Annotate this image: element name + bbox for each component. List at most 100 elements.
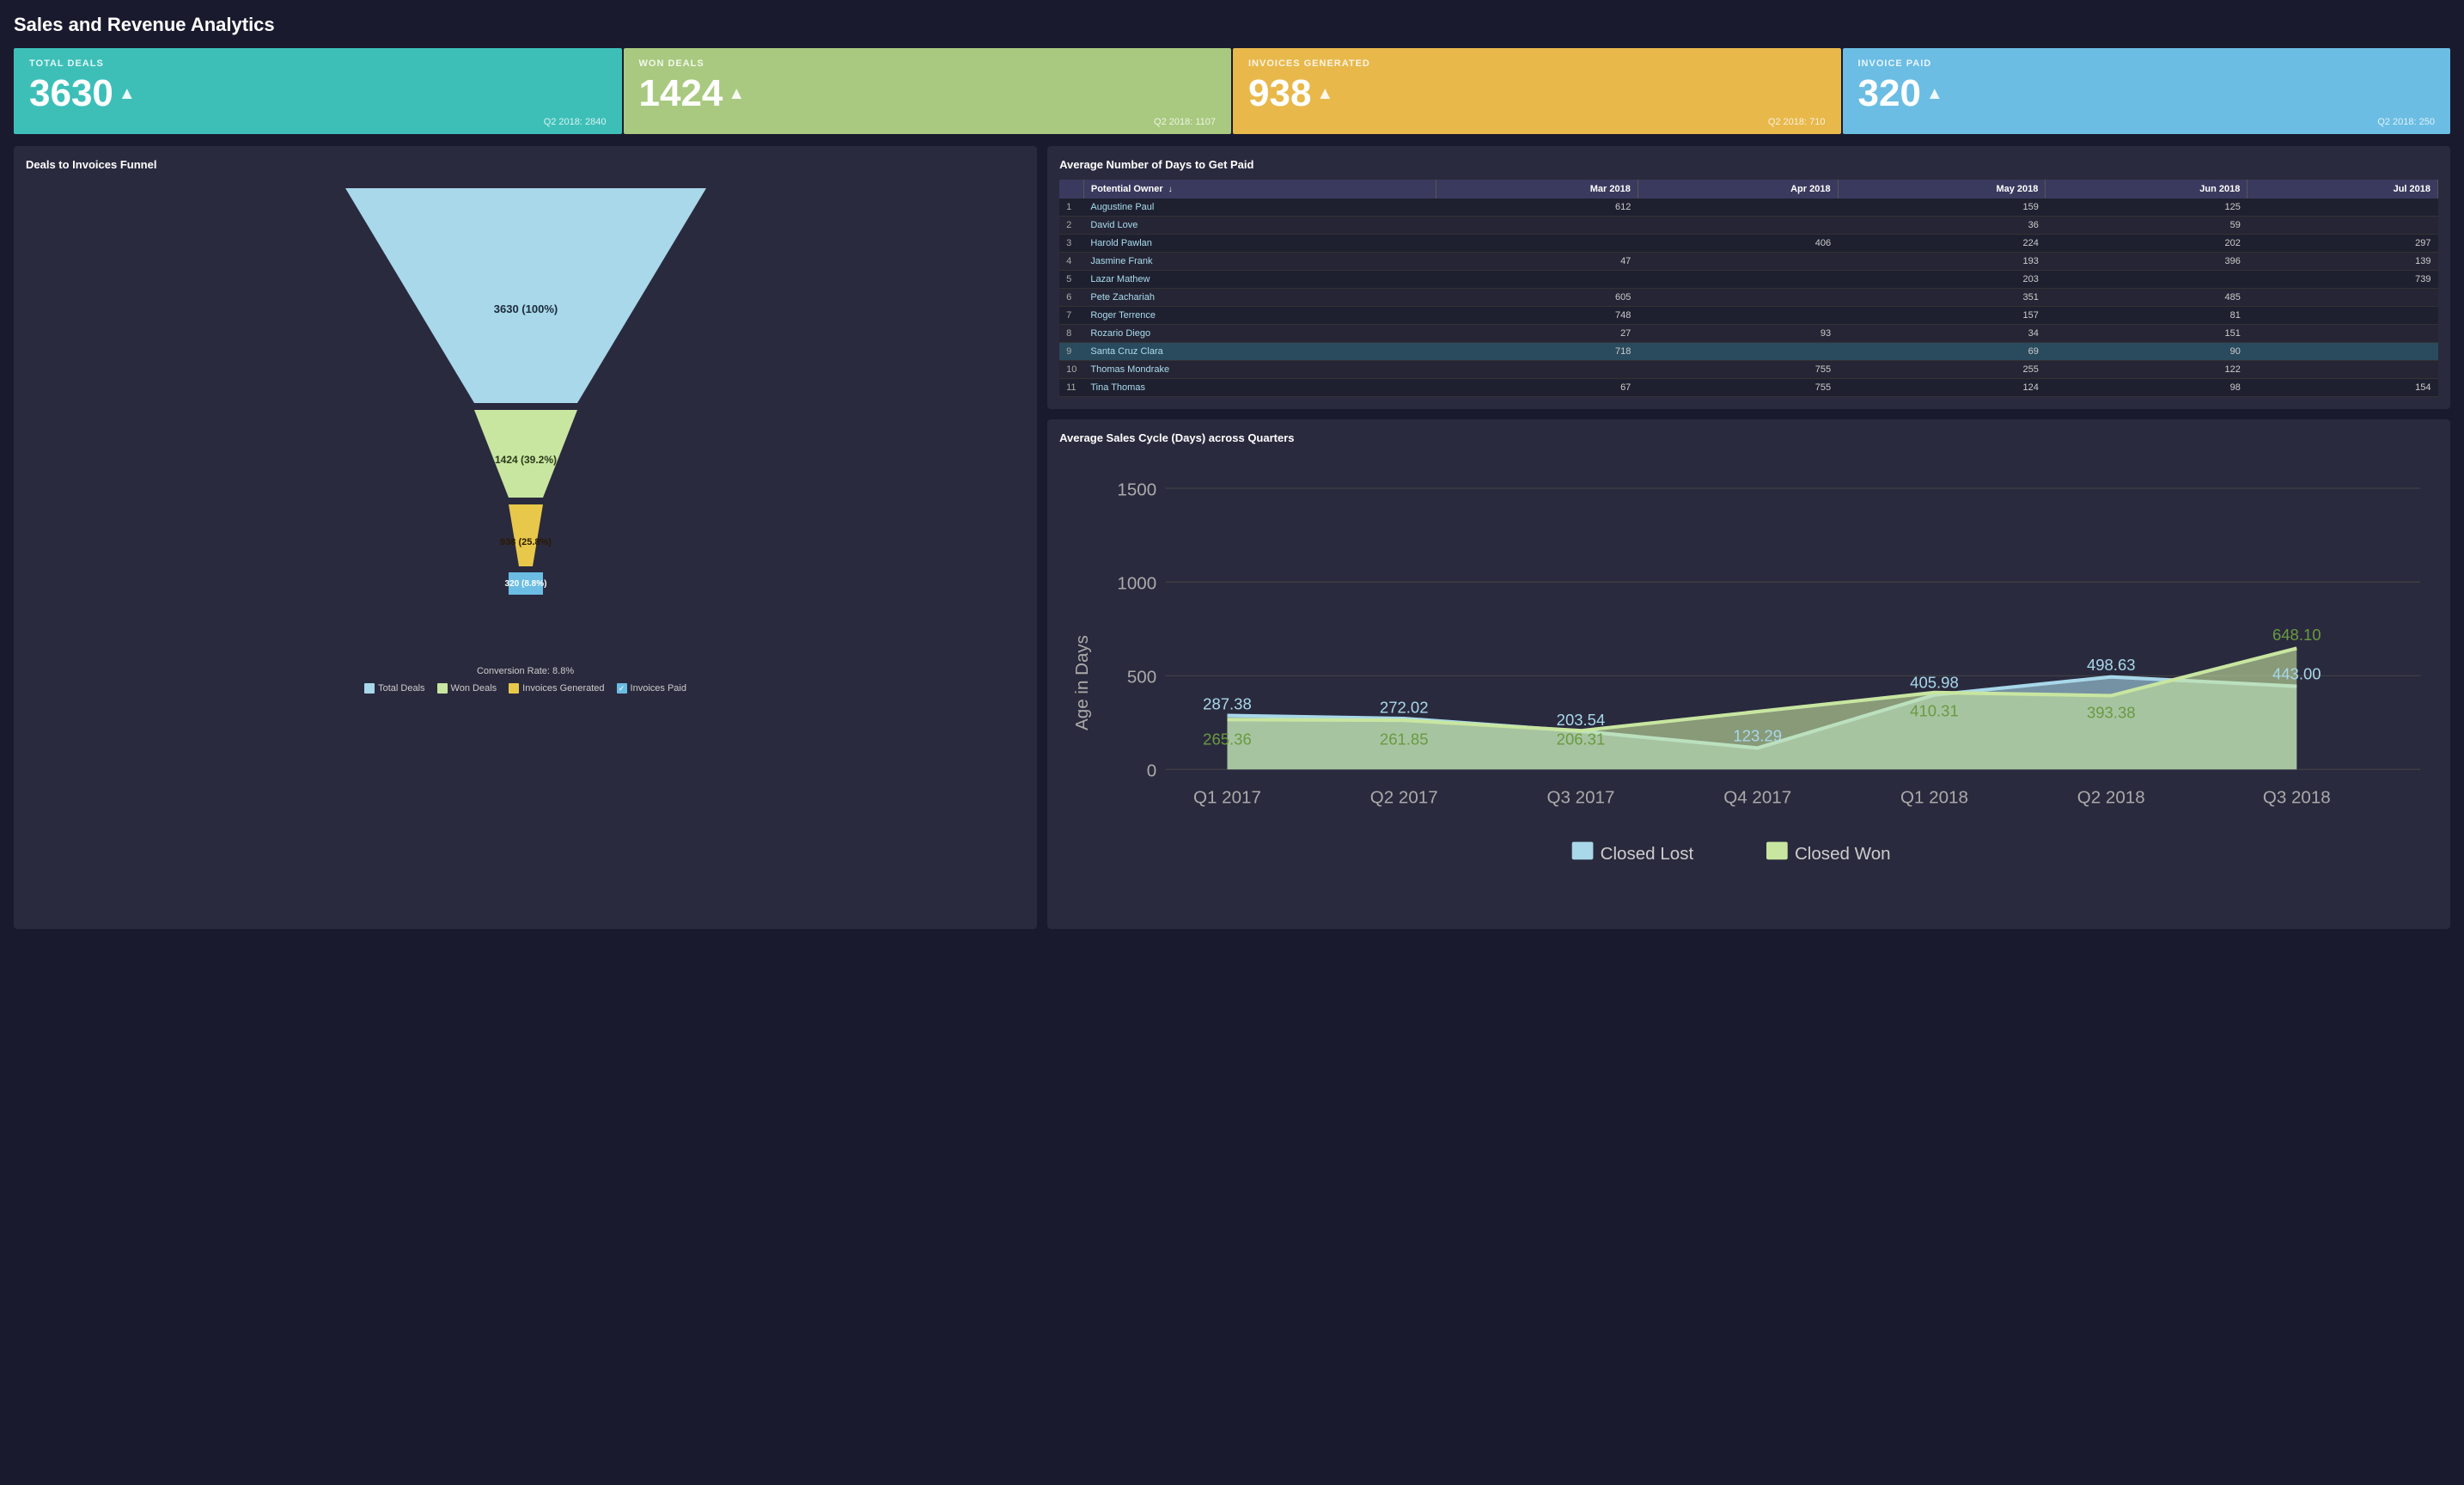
- kpi-total-deals-sub: Q2 2018: 2840: [29, 117, 607, 127]
- cell-mar: 748: [1436, 307, 1638, 325]
- table-row: 10 Thomas Mondrake 755 255 122: [1059, 361, 2437, 379]
- kpi-won-deals-sub: Q2 2018: 1107: [639, 117, 1217, 127]
- cell-may: 34: [1838, 325, 2046, 343]
- legend-invoices-generated: Invoices Generated: [509, 683, 604, 694]
- col-mar[interactable]: Mar 2018: [1436, 180, 1638, 199]
- table-row: 5 Lazar Mathew 203 739: [1059, 271, 2437, 289]
- svg-text:498.63: 498.63: [2087, 656, 2136, 674]
- kpi-invoice-paid: INVOICE PAID 320 ▲ Q2 2018: 250: [1843, 48, 2451, 134]
- cell-jul: 297: [2247, 235, 2438, 253]
- cell-mar: 718: [1436, 343, 1638, 361]
- svg-text:1424 (39.2%): 1424 (39.2%): [495, 454, 557, 466]
- cell-apr: 93: [1638, 325, 1838, 343]
- svg-text:Closed Lost: Closed Lost: [1601, 844, 1694, 864]
- kpi-invoice-paid-value: 320 ▲: [1858, 72, 2436, 115]
- avg-days-panel: Average Number of Days to Get Paid Poten…: [1047, 146, 2450, 409]
- sales-cycle-title: Average Sales Cycle (Days) across Quarte…: [1059, 431, 2438, 444]
- cell-apr: 755: [1638, 361, 1838, 379]
- svg-text:287.38: 287.38: [1203, 694, 1252, 712]
- cell-mar: [1436, 271, 1638, 289]
- cell-may: 224: [1838, 235, 2046, 253]
- cell-mar: [1436, 217, 1638, 235]
- cell-apr: 755: [1638, 379, 1838, 397]
- sales-cycle-panel: Average Sales Cycle (Days) across Quarte…: [1047, 419, 2450, 929]
- cell-name: Augustine Paul: [1083, 199, 1436, 217]
- cell-mar: 605: [1436, 289, 1638, 307]
- cell-jun: [2046, 271, 2247, 289]
- table-row: 7 Roger Terrence 748 157 81: [1059, 307, 2437, 325]
- kpi-total-deals: TOTAL DEALS 3630 ▲ Q2 2018: 2840: [14, 48, 622, 134]
- cell-idx: 5: [1059, 271, 1083, 289]
- cell-mar: 67: [1436, 379, 1638, 397]
- cell-may: 203: [1838, 271, 2046, 289]
- cell-idx: 7: [1059, 307, 1083, 325]
- sales-cycle-svg: Age in Days 0 500 1000 1500: [1059, 453, 2438, 913]
- cell-mar: 27: [1436, 325, 1638, 343]
- cell-idx: 8: [1059, 325, 1083, 343]
- svg-text:Q3 2018: Q3 2018: [2263, 787, 2331, 807]
- col-jul[interactable]: Jul 2018: [2247, 180, 2438, 199]
- cell-name: Thomas Mondrake: [1083, 361, 1436, 379]
- svg-text:320 (8.8%): 320 (8.8%): [504, 579, 546, 589]
- kpi-invoices-generated-value: 938 ▲: [1248, 72, 1826, 115]
- svg-text:500: 500: [1127, 667, 1156, 687]
- svg-text:Q2 2018: Q2 2018: [2077, 787, 2145, 807]
- kpi-won-deals-value: 1424 ▲: [639, 72, 1217, 115]
- chart-wrapper: Age in Days 0 500 1000 1500: [1059, 453, 2438, 917]
- right-panels: Average Number of Days to Get Paid Poten…: [1047, 146, 2450, 929]
- table-row: 4 Jasmine Frank 47 193 396 139: [1059, 253, 2437, 271]
- svg-text:Q1 2018: Q1 2018: [1900, 787, 1968, 807]
- cell-jun: 90: [2046, 343, 2247, 361]
- col-apr[interactable]: Apr 2018: [1638, 180, 1838, 199]
- table-row: 1 Augustine Paul 612 159 125: [1059, 199, 2437, 217]
- svg-text:443.00: 443.00: [2272, 664, 2321, 682]
- cell-apr: [1638, 307, 1838, 325]
- svg-text:261.85: 261.85: [1380, 730, 1429, 748]
- cell-apr: [1638, 289, 1838, 307]
- cell-jul: [2247, 361, 2438, 379]
- funnel-panel: Deals to Invoices Funnel 3630 (100%) 142…: [14, 146, 1037, 929]
- cell-jul: [2247, 325, 2438, 343]
- svg-text:Q1 2017: Q1 2017: [1193, 787, 1261, 807]
- cell-jul: [2247, 217, 2438, 235]
- cell-name: David Love: [1083, 217, 1436, 235]
- cell-name: Roger Terrence: [1083, 307, 1436, 325]
- kpi-invoice-paid-label: INVOICE PAID: [1858, 58, 2436, 69]
- cell-idx: 1: [1059, 199, 1083, 217]
- cell-idx: 10: [1059, 361, 1083, 379]
- cell-may: 193: [1838, 253, 2046, 271]
- svg-text:265.36: 265.36: [1203, 730, 1252, 748]
- cell-mar: [1436, 235, 1638, 253]
- cell-idx: 2: [1059, 217, 1083, 235]
- legend-invoices-paid-icon: ✓: [617, 683, 627, 694]
- cell-may: 36: [1838, 217, 2046, 235]
- cell-jun: 59: [2046, 217, 2247, 235]
- legend-invoices-generated-icon: [509, 683, 519, 694]
- cell-name: Lazar Mathew: [1083, 271, 1436, 289]
- svg-text:0: 0: [1147, 761, 1156, 781]
- svg-text:410.31: 410.31: [1910, 702, 1959, 720]
- cell-mar: 47: [1436, 253, 1638, 271]
- svg-text:393.38: 393.38: [2087, 704, 2136, 722]
- kpi-invoices-generated: INVOICES GENERATED 938 ▲ Q2 2018: 710: [1233, 48, 1841, 134]
- cell-jun: 485: [2046, 289, 2247, 307]
- kpi-invoices-generated-label: INVOICES GENERATED: [1248, 58, 1826, 69]
- cell-may: 124: [1838, 379, 2046, 397]
- table-row: 8 Rozario Diego 27 93 34 151: [1059, 325, 2437, 343]
- funnel-legend: Total Deals Won Deals Invoices Generated…: [26, 683, 1025, 694]
- col-may[interactable]: May 2018: [1838, 180, 2046, 199]
- svg-text:1000: 1000: [1118, 573, 1157, 593]
- svg-text:Q2 2017: Q2 2017: [1370, 787, 1438, 807]
- cell-apr: [1638, 343, 1838, 361]
- svg-text:3630 (100%): 3630 (100%): [493, 302, 557, 315]
- cell-may: 255: [1838, 361, 2046, 379]
- legend-won-deals: Won Deals: [437, 683, 497, 694]
- legend-total-deals-icon: [364, 683, 375, 694]
- table-row: 9 Santa Cruz Clara 718 69 90: [1059, 343, 2437, 361]
- svg-text:Q4 2017: Q4 2017: [1723, 787, 1791, 807]
- cell-apr: [1638, 271, 1838, 289]
- svg-text:1500: 1500: [1118, 480, 1157, 499]
- col-jun[interactable]: Jun 2018: [2046, 180, 2247, 199]
- col-owner[interactable]: Potential Owner ↓: [1083, 180, 1436, 199]
- cell-jul: [2247, 343, 2438, 361]
